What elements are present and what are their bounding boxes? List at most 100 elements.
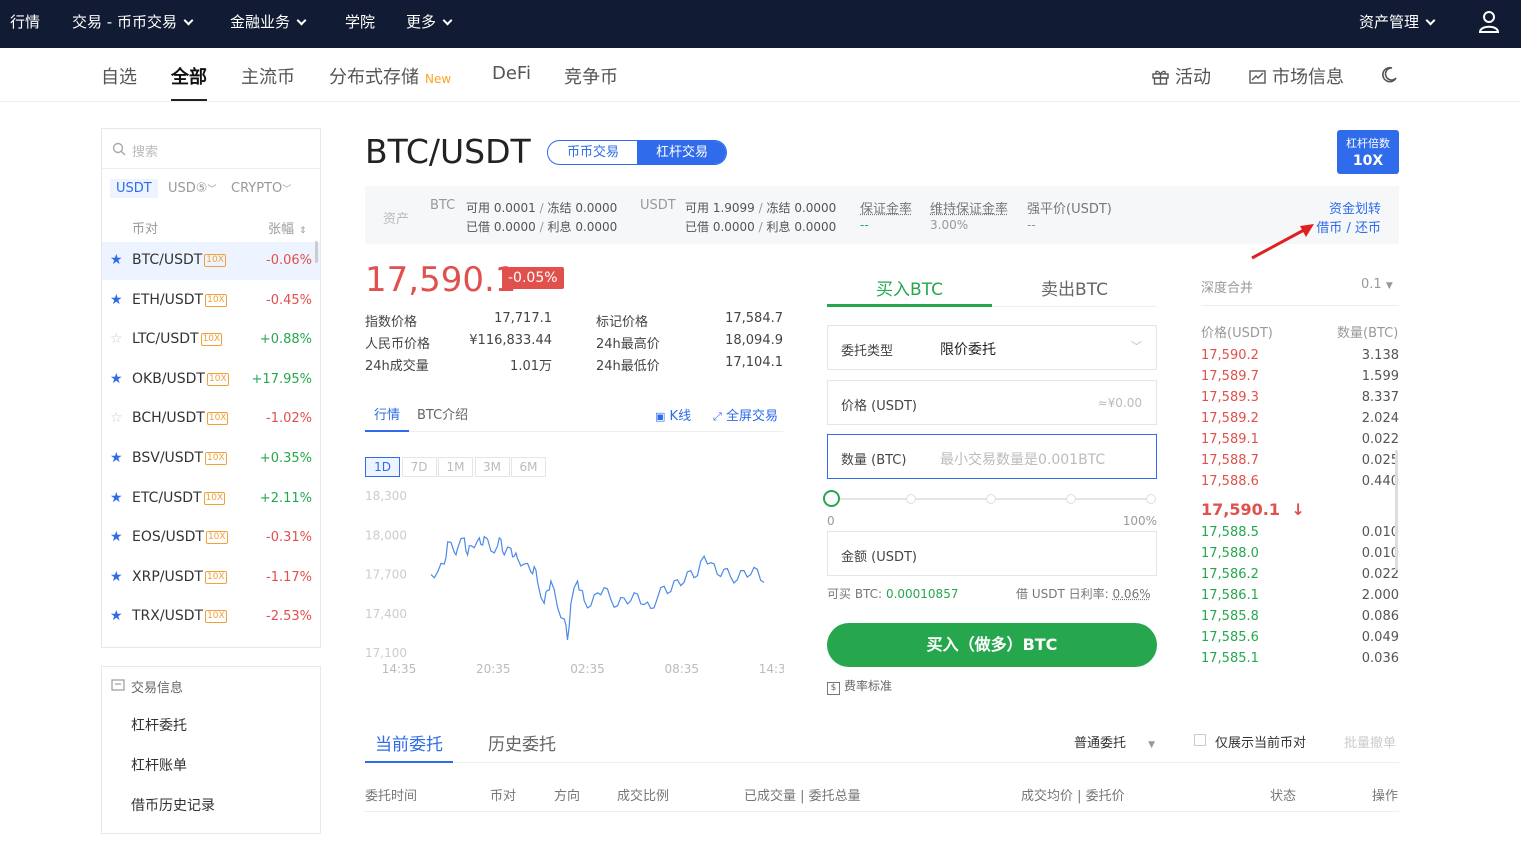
star-filled-icon[interactable]: ★ (110, 569, 123, 585)
bid-row[interactable]: 17,586.1 2.000 (1201, 588, 1399, 608)
ask-row[interactable]: 17,589.7 1.599 (1201, 369, 1399, 389)
pair-change: -2.53% (266, 609, 312, 625)
search-box[interactable]: 搜索 (102, 129, 320, 169)
star-filled-icon[interactable]: ★ (110, 529, 123, 545)
tab-favorites[interactable]: 自选 (101, 63, 137, 89)
kline-link[interactable]: ▣ K线 (655, 405, 691, 424)
ask-row[interactable]: 17,588.6 0.440 (1201, 474, 1399, 494)
tab-all[interactable]: 全部 (171, 63, 207, 89)
time-range-1d[interactable]: 1D (365, 457, 400, 477)
time-range-3m[interactable]: 3M (474, 457, 510, 477)
time-range-1m[interactable]: 1M (438, 457, 473, 477)
quote-tab-crypto[interactable]: CRYPTO﹀ (231, 181, 291, 196)
star-filled-icon[interactable]: ★ (110, 490, 123, 506)
depth-merge-select[interactable]: 0.1 ▼ (1361, 277, 1393, 292)
quote-tab-usdt[interactable]: USDT (110, 179, 158, 198)
tab-storage[interactable]: 分布式存储 New (329, 63, 451, 89)
bid-row[interactable]: 17,588.0 0.010 (1201, 546, 1399, 566)
star-outline-icon[interactable]: ☆ (110, 331, 123, 347)
ask-row[interactable]: 17,588.7 0.025 (1201, 453, 1399, 473)
amount-input[interactable]: 金额 (USDT) (827, 531, 1157, 576)
batch-cancel-button[interactable]: 批量撤单 (1344, 732, 1396, 751)
nav-academy[interactable]: 学院 (345, 0, 375, 48)
bid-row[interactable]: 17,585.1 0.036 (1201, 651, 1399, 671)
nav-finance[interactable]: 金融业务 (230, 0, 307, 48)
pair-row[interactable]: ☆ BCH/USDT 10X -1.02% (102, 400, 320, 438)
repay-link[interactable]: 还币 (1355, 221, 1381, 236)
tab-competing[interactable]: 竞争币 (564, 63, 618, 89)
ask-row[interactable]: 17,589.2 2.024 (1201, 411, 1399, 431)
pair-row[interactable]: ☆ LTC/USDT 10X +0.88% (102, 321, 320, 359)
pair-row[interactable]: ★ ETC/USDT 10X +2.11% (102, 480, 320, 518)
bid-row[interactable]: 17,586.2 0.022 (1201, 567, 1399, 587)
tab-history-orders[interactable]: 历史委托 (488, 730, 556, 755)
mode-spot-button[interactable]: 币币交易 (548, 141, 638, 164)
nav-trade[interactable]: 交易 - 币币交易 (72, 0, 194, 48)
pair-row[interactable]: ★ BSV/USDT 10X +0.35% (102, 440, 320, 478)
pair-row[interactable]: ★ ETH/USDT 10X -0.45% (102, 282, 320, 320)
pair-row[interactable]: ★ OKB/USDT 10X +17.95% (102, 361, 320, 399)
pair-row[interactable]: ★ XRP/USDT 10X -1.17% (102, 559, 320, 597)
col-change-header[interactable]: 张幅 ⇕ (268, 218, 307, 237)
tab-current-orders[interactable]: 当前委托 (365, 730, 453, 763)
amount-slider-handle[interactable] (823, 490, 840, 507)
bid-row[interactable]: 17,585.6 0.049 (1201, 630, 1399, 650)
fullscreen-link[interactable]: ⤢ 全屏交易 (713, 405, 778, 424)
mode-margin-button[interactable]: 杠杆交易 (637, 141, 726, 164)
market-info-link[interactable]: 市场信息 (1249, 63, 1344, 89)
tab-defi[interactable]: DeFi (492, 63, 531, 84)
slider-step-75[interactable] (1066, 494, 1076, 504)
star-filled-icon[interactable]: ★ (110, 450, 123, 466)
ask-row[interactable]: 17,590.2 3.138 (1201, 348, 1399, 368)
tab-btc-intro[interactable]: BTC介绍 (417, 404, 468, 423)
activity-link[interactable]: 活动 (1152, 63, 1211, 89)
borrow-link[interactable]: 借币 (1316, 221, 1342, 236)
tab-market-chart[interactable]: 行情 (365, 404, 409, 432)
scrollbar[interactable] (315, 241, 318, 263)
buy-tab[interactable]: 买入BTC (827, 275, 992, 307)
ask-row[interactable]: 17,589.3 8.337 (1201, 390, 1399, 410)
bid-row[interactable]: 17,588.5 0.010 (1201, 525, 1399, 545)
user-icon[interactable] (1478, 10, 1500, 34)
time-range-6m[interactable]: 6M (511, 457, 546, 477)
only-current-checkbox[interactable] (1194, 734, 1206, 746)
ask-row[interactable]: 17,589.1 0.022 (1201, 432, 1399, 452)
tab-mainstream[interactable]: 主流币 (241, 63, 295, 89)
order-type-select[interactable]: 委托类型 限价委托 ﹀ (827, 325, 1157, 370)
nav-more[interactable]: 更多 (406, 0, 453, 48)
transfer-link[interactable]: 资金划转 (1329, 198, 1381, 217)
bid-row[interactable]: 17,585.8 0.086 (1201, 609, 1399, 629)
sell-tab[interactable]: 卖出BTC (992, 275, 1157, 300)
link-borrow-history[interactable]: 借币历史记录 (131, 795, 215, 815)
star-filled-icon[interactable]: ★ (110, 252, 123, 268)
fee-standard-link[interactable]: $ 费率标准 (827, 677, 892, 695)
leverage-tag: 10X (206, 412, 229, 426)
quantity-input[interactable]: 数量 (BTC) 最小交易数量是0.001BTC (827, 434, 1157, 479)
pair-name: ETC/USDT 10X (132, 490, 226, 506)
slider-step-50[interactable] (986, 494, 996, 504)
pair-row[interactable]: ★ EOS/USDT 10X -0.31% (102, 519, 320, 557)
slider-step-100[interactable] (1146, 494, 1156, 504)
link-margin-bill[interactable]: 杠杆账单 (131, 755, 187, 775)
star-filled-icon[interactable]: ★ (110, 371, 123, 387)
trade-info-panel: 交易信息 杠杆委托 杠杆账单 借币历史记录 (101, 666, 321, 834)
orderbook-scrollbar[interactable] (1395, 450, 1398, 570)
pair-row[interactable]: ★ TRX/USDT 10X -2.53% (102, 598, 320, 636)
link-margin-orders[interactable]: 杠杆委托 (131, 715, 187, 735)
quote-tab-usd[interactable]: USD⑤﹀ (168, 181, 216, 196)
leverage-badge[interactable]: 杠杆倍数 10X (1337, 130, 1399, 174)
order-filter-select[interactable]: 普通委托 ▼ (1074, 732, 1155, 751)
star-filled-icon[interactable]: ★ (110, 608, 123, 624)
pair-row[interactable]: ★ BTC/USDT 10X -0.06% (102, 242, 320, 280)
time-range-7d[interactable]: 7D (401, 457, 437, 477)
star-outline-icon[interactable]: ☆ (110, 410, 123, 426)
asset-management-menu[interactable]: 资产管理 (1359, 0, 1436, 48)
amount-input-label: 金额 (USDT) (841, 550, 917, 565)
moon-icon[interactable] (1380, 66, 1398, 84)
price-input[interactable]: 价格 (USDT) ≈¥0.00 (827, 380, 1157, 425)
buy-submit-button[interactable]: 买入（做多）BTC (827, 623, 1157, 667)
slider-step-25[interactable] (906, 494, 916, 504)
search-input[interactable]: 搜索 (132, 141, 158, 160)
nav-market[interactable]: 行情 (10, 0, 40, 48)
star-filled-icon[interactable]: ★ (110, 292, 123, 308)
